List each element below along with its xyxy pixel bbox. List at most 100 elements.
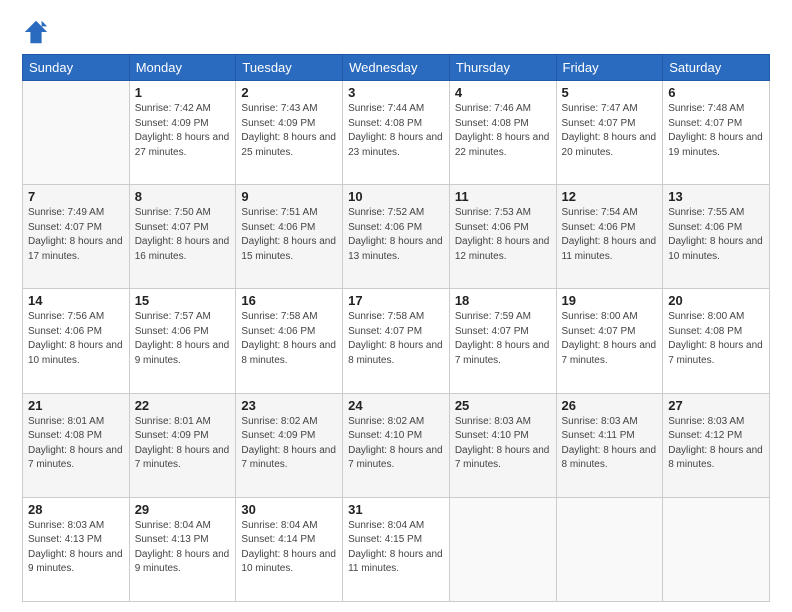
- day-info: Sunrise: 8:03 AMSunset: 4:11 PMDaylight:…: [562, 415, 658, 473]
- page: SundayMondayTuesdayWednesdayThursdayFrid…: [0, 0, 792, 612]
- weekday-header-friday: Friday: [556, 55, 663, 81]
- day-number: 4: [455, 85, 551, 100]
- calendar-day: 11 Sunrise: 7:53 AMSunset: 4:06 PMDayligh…: [449, 185, 556, 289]
- calendar-week-5: 28Sunrise: 8:03 AMSunset: 4:13 PMDayligh…: [23, 497, 770, 601]
- day-info: Sunrise: 7:47 AMSunset: 4:07 PMDaylight:…: [562, 102, 658, 160]
- calendar-day: 14Sunrise: 7:56 AMSunset: 4:06 PMDayligh…: [23, 289, 130, 393]
- day-number: 1: [135, 85, 231, 100]
- day-info: Sunrise: 7:57 AMSunset: 4:06 PMDaylight:…: [135, 310, 231, 368]
- day-info: Sunrise: 7:44 AMSunset: 4:08 PMDaylight:…: [348, 102, 444, 160]
- day-info: Sunrise: 7:43 AMSunset: 4:09 PMDaylight:…: [241, 102, 337, 160]
- calendar-day: 20 Sunrise: 8:00 AMSunset: 4:08 PMDayligh…: [663, 289, 770, 393]
- day-number: 12: [562, 189, 658, 204]
- day-number: 17: [348, 293, 444, 308]
- day-number: 10: [348, 189, 444, 204]
- calendar-week-3: 14Sunrise: 7:56 AMSunset: 4:06 PMDayligh…: [23, 289, 770, 393]
- day-info: Sunrise: 8:03 AMSunset: 4:10 PMDaylight:…: [455, 415, 551, 473]
- calendar-day: [449, 497, 556, 601]
- logo: [22, 18, 52, 46]
- day-number: 20: [668, 293, 764, 308]
- weekday-header-thursday: Thursday: [449, 55, 556, 81]
- calendar-day: 5 Sunrise: 7:47 AMSunset: 4:07 PMDaylight…: [556, 81, 663, 185]
- calendar-day: 18 Sunrise: 7:59 AMSunset: 4:07 PMDayligh…: [449, 289, 556, 393]
- calendar-day: 22Sunrise: 8:01 AMSunset: 4:09 PMDayligh…: [129, 393, 236, 497]
- day-number: 21: [28, 398, 124, 413]
- day-number: 6: [668, 85, 764, 100]
- calendar-day: [663, 497, 770, 601]
- calendar-day: 10 Sunrise: 7:52 AMSunset: 4:06 PMDayligh…: [343, 185, 450, 289]
- day-number: 3: [348, 85, 444, 100]
- logo-icon: [22, 18, 50, 46]
- day-info: Sunrise: 8:04 AMSunset: 4:14 PMDaylight:…: [241, 519, 337, 577]
- day-number: 19: [562, 293, 658, 308]
- calendar-day: 8 Sunrise: 7:50 AMSunset: 4:07 PMDaylight…: [129, 185, 236, 289]
- day-info: Sunrise: 8:00 AMSunset: 4:07 PMDaylight:…: [562, 310, 658, 368]
- calendar-day: [23, 81, 130, 185]
- weekday-header-wednesday: Wednesday: [343, 55, 450, 81]
- day-number: 15: [135, 293, 231, 308]
- calendar-day: 2 Sunrise: 7:43 AMSunset: 4:09 PMDaylight…: [236, 81, 343, 185]
- calendar: SundayMondayTuesdayWednesdayThursdayFrid…: [22, 54, 770, 602]
- calendar-day: 28Sunrise: 8:03 AMSunset: 4:13 PMDayligh…: [23, 497, 130, 601]
- day-number: 8: [135, 189, 231, 204]
- calendar-week-1: 1 Sunrise: 7:42 AMSunset: 4:09 PMDaylight…: [23, 81, 770, 185]
- day-number: 30: [241, 502, 337, 517]
- day-number: 18: [455, 293, 551, 308]
- calendar-day: 26Sunrise: 8:03 AMSunset: 4:11 PMDayligh…: [556, 393, 663, 497]
- calendar-day: 15 Sunrise: 7:57 AMSunset: 4:06 PMDayligh…: [129, 289, 236, 393]
- calendar-day: 7Sunrise: 7:49 AMSunset: 4:07 PMDaylight…: [23, 185, 130, 289]
- calendar-day: 6 Sunrise: 7:48 AMSunset: 4:07 PMDaylight…: [663, 81, 770, 185]
- calendar-day: 25 Sunrise: 8:03 AMSunset: 4:10 PMDayligh…: [449, 393, 556, 497]
- day-info: Sunrise: 8:03 AMSunset: 4:12 PMDaylight:…: [668, 415, 764, 473]
- calendar-day: 4 Sunrise: 7:46 AMSunset: 4:08 PMDaylight…: [449, 81, 556, 185]
- weekday-header-tuesday: Tuesday: [236, 55, 343, 81]
- calendar-day: 13 Sunrise: 7:55 AMSunset: 4:06 PMDayligh…: [663, 185, 770, 289]
- day-number: 16: [241, 293, 337, 308]
- day-info: Sunrise: 8:01 AMSunset: 4:09 PMDaylight:…: [135, 415, 231, 473]
- calendar-day: 24 Sunrise: 8:02 AMSunset: 4:10 PMDayligh…: [343, 393, 450, 497]
- calendar-day: 9Sunrise: 7:51 AMSunset: 4:06 PMDaylight…: [236, 185, 343, 289]
- day-info: Sunrise: 7:58 AMSunset: 4:06 PMDaylight:…: [241, 310, 337, 368]
- calendar-day: 1 Sunrise: 7:42 AMSunset: 4:09 PMDaylight…: [129, 81, 236, 185]
- calendar-day: 19 Sunrise: 8:00 AMSunset: 4:07 PMDayligh…: [556, 289, 663, 393]
- day-number: 31: [348, 502, 444, 517]
- day-number: 7: [28, 189, 124, 204]
- day-number: 5: [562, 85, 658, 100]
- day-info: Sunrise: 8:04 AMSunset: 4:15 PMDaylight:…: [348, 519, 444, 577]
- calendar-day: 29Sunrise: 8:04 AMSunset: 4:13 PMDayligh…: [129, 497, 236, 601]
- day-number: 11: [455, 189, 551, 204]
- day-info: Sunrise: 7:42 AMSunset: 4:09 PMDaylight:…: [135, 102, 231, 160]
- header: [22, 18, 770, 46]
- day-info: Sunrise: 8:04 AMSunset: 4:13 PMDaylight:…: [135, 519, 231, 577]
- day-info: Sunrise: 8:02 AMSunset: 4:09 PMDaylight:…: [241, 415, 337, 473]
- day-number: 24: [348, 398, 444, 413]
- day-info: Sunrise: 7:50 AMSunset: 4:07 PMDaylight:…: [135, 206, 231, 264]
- weekday-header-sunday: Sunday: [23, 55, 130, 81]
- calendar-day: 30 Sunrise: 8:04 AMSunset: 4:14 PMDayligh…: [236, 497, 343, 601]
- calendar-week-4: 21 Sunrise: 8:01 AMSunset: 4:08 PMDayligh…: [23, 393, 770, 497]
- day-info: Sunrise: 8:00 AMSunset: 4:08 PMDaylight:…: [668, 310, 764, 368]
- day-info: Sunrise: 8:02 AMSunset: 4:10 PMDaylight:…: [348, 415, 444, 473]
- calendar-day: 23 Sunrise: 8:02 AMSunset: 4:09 PMDayligh…: [236, 393, 343, 497]
- calendar-day: 16 Sunrise: 7:58 AMSunset: 4:06 PMDayligh…: [236, 289, 343, 393]
- day-number: 27: [668, 398, 764, 413]
- day-info: Sunrise: 8:01 AMSunset: 4:08 PMDaylight:…: [28, 415, 124, 473]
- day-info: Sunrise: 7:59 AMSunset: 4:07 PMDaylight:…: [455, 310, 551, 368]
- day-number: 2: [241, 85, 337, 100]
- day-info: Sunrise: 7:55 AMSunset: 4:06 PMDaylight:…: [668, 206, 764, 264]
- day-number: 23: [241, 398, 337, 413]
- day-info: Sunrise: 7:46 AMSunset: 4:08 PMDaylight:…: [455, 102, 551, 160]
- day-info: Sunrise: 7:48 AMSunset: 4:07 PMDaylight:…: [668, 102, 764, 160]
- weekday-header-monday: Monday: [129, 55, 236, 81]
- day-number: 9: [241, 189, 337, 204]
- day-info: Sunrise: 7:53 AMSunset: 4:06 PMDaylight:…: [455, 206, 551, 264]
- day-info: Sunrise: 7:54 AMSunset: 4:06 PMDaylight:…: [562, 206, 658, 264]
- day-number: 25: [455, 398, 551, 413]
- day-number: 13: [668, 189, 764, 204]
- calendar-week-2: 7Sunrise: 7:49 AMSunset: 4:07 PMDaylight…: [23, 185, 770, 289]
- calendar-day: 3 Sunrise: 7:44 AMSunset: 4:08 PMDaylight…: [343, 81, 450, 185]
- day-info: Sunrise: 7:52 AMSunset: 4:06 PMDaylight:…: [348, 206, 444, 264]
- calendar-day: [556, 497, 663, 601]
- calendar-header-row: SundayMondayTuesdayWednesdayThursdayFrid…: [23, 55, 770, 81]
- calendar-day: 12 Sunrise: 7:54 AMSunset: 4:06 PMDayligh…: [556, 185, 663, 289]
